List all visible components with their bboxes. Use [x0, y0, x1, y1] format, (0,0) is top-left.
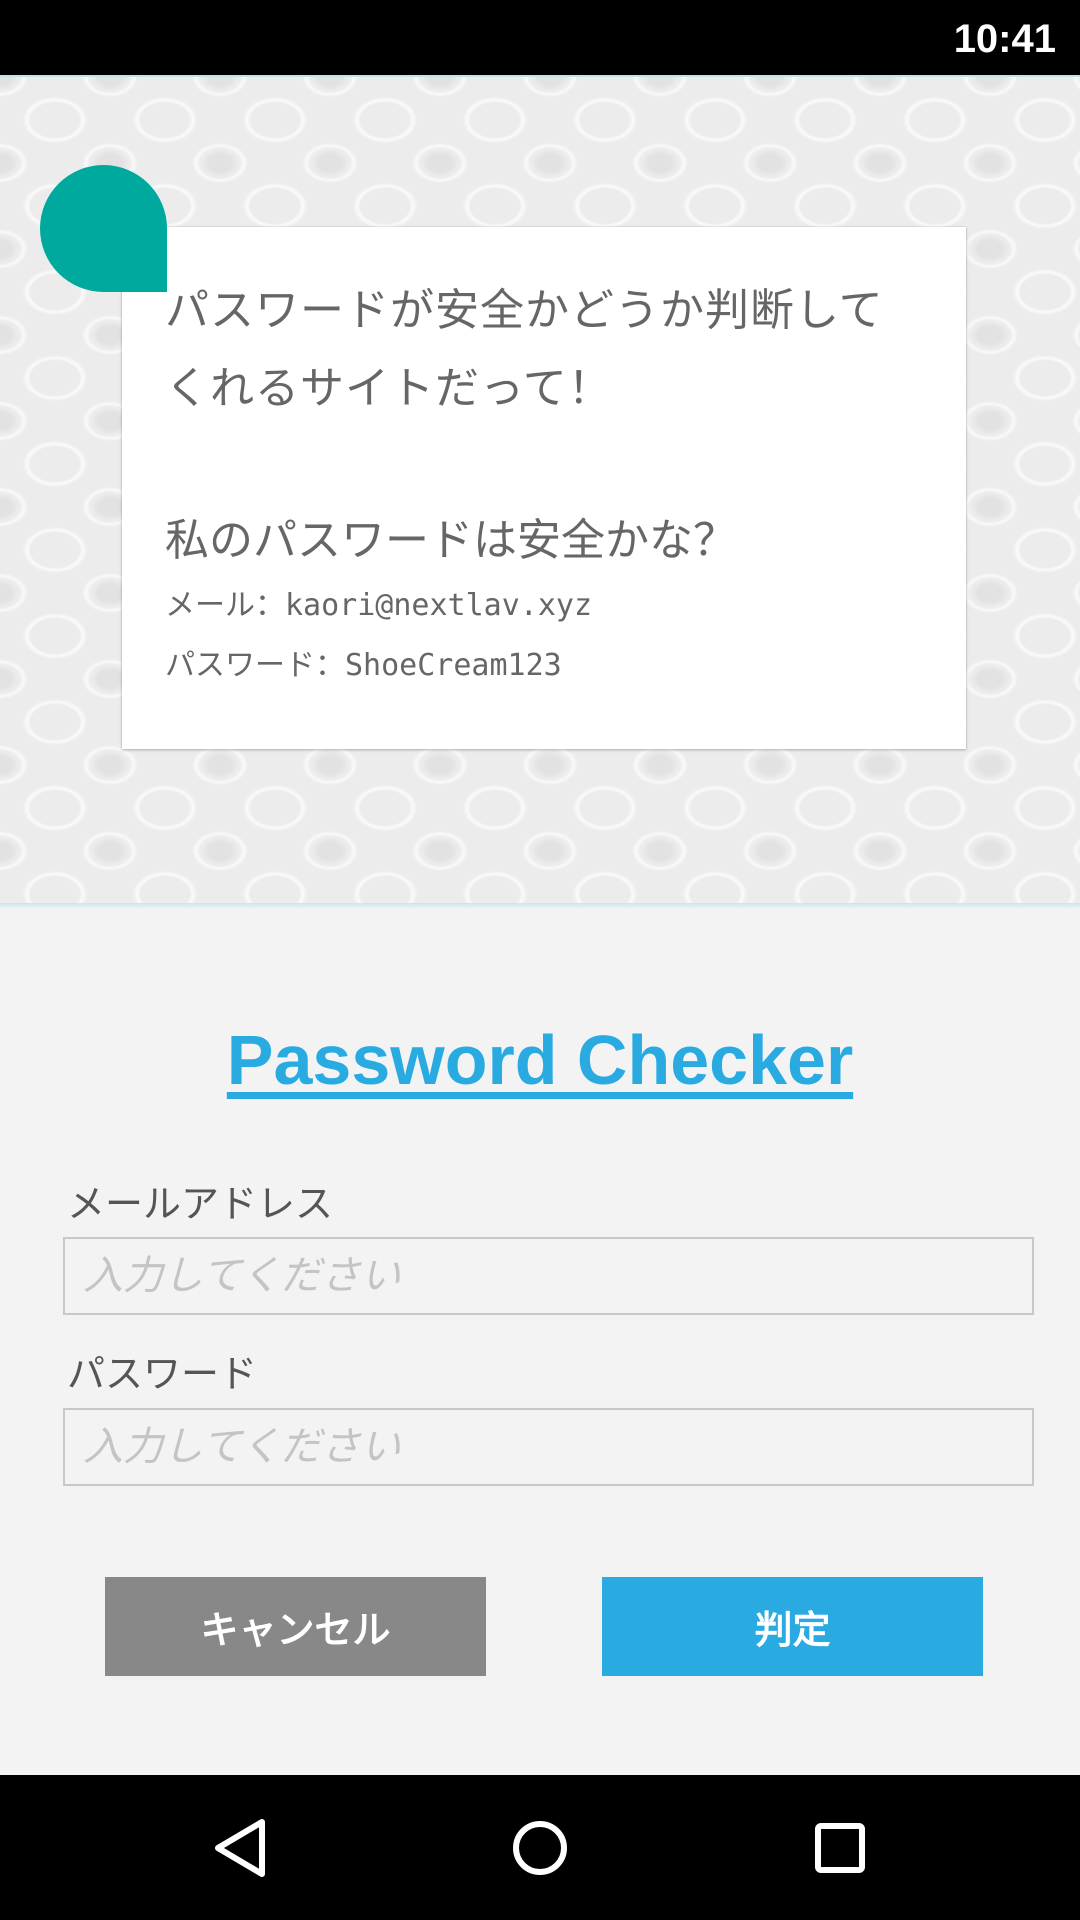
status-bar: 10:41 — [0, 0, 1080, 75]
password-label: パスワード — [67, 1352, 258, 1396]
cancel-button[interactable]: キャンセル — [105, 1577, 486, 1676]
recents-icon — [815, 1822, 865, 1873]
back-button[interactable] — [140, 1775, 340, 1920]
speech-question: 私のパスワードは安全かな？ — [165, 515, 737, 566]
speech-password-line: パスワード：ShoeCream123 — [165, 648, 562, 683]
navigation-bar — [0, 1775, 1080, 1920]
back-icon — [215, 1818, 265, 1877]
speech-card: パスワードが安全かどうか判断して くれるサイトだって！ 私のパスワードは安全かな… — [122, 227, 966, 749]
judge-button[interactable]: 判定 — [602, 1577, 983, 1676]
recents-button[interactable] — [740, 1775, 940, 1920]
status-time: 10:41 — [953, 17, 1056, 61]
speaker-avatar — [40, 165, 167, 292]
speech-line-2: くれるサイトだって！ — [165, 363, 613, 414]
speech-mail-line: メール：kaori@nextlav.xyz — [165, 588, 593, 623]
home-icon — [513, 1820, 567, 1875]
speech-spacer — [165, 428, 926, 506]
password-field[interactable] — [63, 1408, 1034, 1486]
email-field[interactable] — [63, 1237, 1034, 1315]
home-button[interactable] — [440, 1775, 640, 1920]
page-title: Password Checker — [226, 1021, 854, 1099]
email-label: メールアドレス — [67, 1182, 334, 1226]
speech-line-1: パスワードが安全かどうか判断して — [165, 285, 884, 336]
